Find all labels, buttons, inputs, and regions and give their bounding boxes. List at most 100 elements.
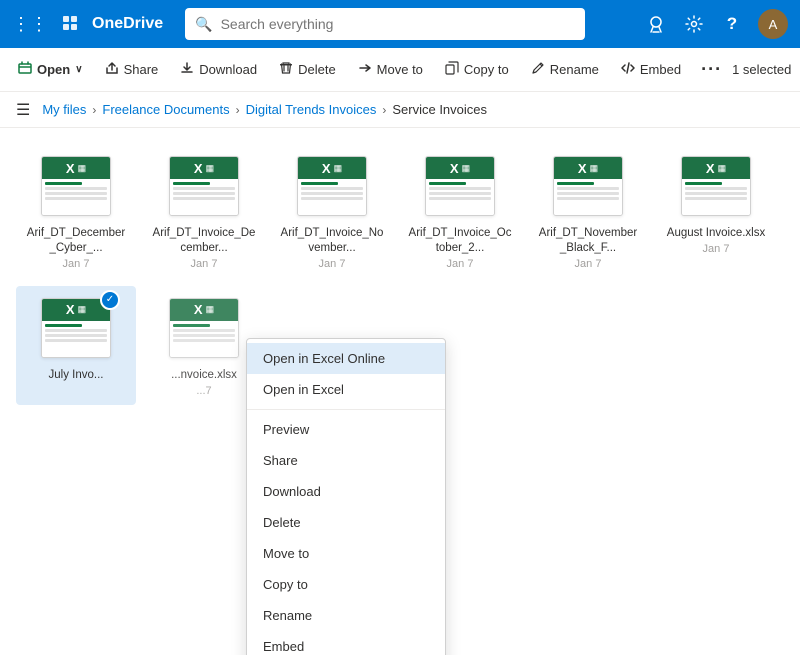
file-name: July Invo... xyxy=(49,368,104,383)
help-icon[interactable]: ? xyxy=(720,12,744,36)
ctx-delete-label: Delete xyxy=(263,515,301,530)
excel-icon: X▦ xyxy=(169,156,239,216)
breadcrumb-my-files[interactable]: My files xyxy=(42,102,86,117)
selected-checkmark: ✓ xyxy=(100,290,120,310)
selected-count: 1 selected xyxy=(732,62,791,77)
excel-icon: X▦ xyxy=(553,156,623,216)
breadcrumb-bar: ☰ My files › Freelance Documents › Digit… xyxy=(0,92,800,128)
delete-button[interactable]: Delete xyxy=(269,55,346,84)
excel-icon: X▦ xyxy=(41,298,111,358)
ctx-move-to[interactable]: Move to xyxy=(247,538,445,569)
app-name: OneDrive xyxy=(92,15,163,33)
open-label: Open xyxy=(37,62,70,77)
breadcrumb-freelance[interactable]: Freelance Documents xyxy=(102,102,229,117)
download-button[interactable]: Download xyxy=(170,55,267,84)
ctx-share-label: Share xyxy=(263,453,298,468)
list-item[interactable]: X▦ ✓ July Invo... xyxy=(16,286,136,405)
list-item[interactable]: X▦ Arif_DT_Invoice_December... Jan 7 xyxy=(144,144,264,278)
ctx-delete[interactable]: Delete xyxy=(247,507,445,538)
more-icon: ··· xyxy=(701,59,722,79)
copy-icon xyxy=(445,61,459,78)
search-box[interactable]: 🔍 xyxy=(185,8,585,40)
breadcrumb-sep-2: › xyxy=(236,103,240,117)
share-icon xyxy=(105,61,119,78)
copy-to-button[interactable]: Copy to xyxy=(435,55,519,84)
ctx-preview[interactable]: Preview xyxy=(247,414,445,445)
file-icon-wrapper: X▦ xyxy=(548,152,628,220)
rename-button[interactable]: Rename xyxy=(521,55,609,84)
topbar: ⋮⋮ OneDrive 🔍 ? A xyxy=(0,0,800,48)
file-icon-wrapper: X▦ xyxy=(164,294,244,362)
embed-label: Embed xyxy=(640,62,681,77)
file-date: Jan 7 xyxy=(191,258,218,270)
file-icon-wrapper: X▦ xyxy=(676,152,756,220)
breadcrumb-sep-1: › xyxy=(92,103,96,117)
ctx-rename[interactable]: Rename xyxy=(247,600,445,631)
file-icon-wrapper: X▦ xyxy=(36,152,116,220)
file-date: Jan 7 xyxy=(447,258,474,270)
ctx-open-excel-online[interactable]: Open in Excel Online xyxy=(247,343,445,374)
ctx-download[interactable]: Download xyxy=(247,476,445,507)
file-icon-wrapper: X▦ xyxy=(292,152,372,220)
move-icon xyxy=(358,61,372,78)
file-date: ...7 xyxy=(196,385,211,397)
share-button[interactable]: Share xyxy=(95,55,169,84)
ctx-embed[interactable]: Embed xyxy=(247,631,445,655)
file-name: Arif_DT_December_Cyber_... xyxy=(24,226,128,256)
list-item[interactable]: X▦ Arif_DT_Invoice_October_2... Jan 7 xyxy=(400,144,520,278)
rename-icon xyxy=(531,61,545,78)
breadcrumb-digital-trends[interactable]: Digital Trends Invoices xyxy=(246,102,377,117)
delete-label: Delete xyxy=(298,62,336,77)
file-date: Jan 7 xyxy=(575,258,602,270)
download-label: Download xyxy=(199,62,257,77)
reward-icon[interactable] xyxy=(644,12,668,36)
list-item[interactable]: X▦ Arif_DT_November_Black_F... Jan 7 xyxy=(528,144,648,278)
download-icon xyxy=(180,61,194,78)
embed-icon xyxy=(621,61,635,78)
file-area: X▦ Arif_DT_December_Cyber_... Jan 7 X▦ A… xyxy=(0,128,800,655)
waffle-icon[interactable]: ⋮⋮ xyxy=(12,14,48,35)
file-date: Jan 7 xyxy=(703,243,730,255)
open-chevron: ∨ xyxy=(75,64,82,75)
move-to-button[interactable]: Move to xyxy=(348,55,433,84)
open-button[interactable]: Open ∨ xyxy=(8,55,93,84)
ctx-copy-to-label: Copy to xyxy=(263,577,308,592)
move-to-label: Move to xyxy=(377,62,423,77)
file-name: Arif_DT_Invoice_December... xyxy=(152,226,256,256)
share-label: Share xyxy=(124,62,159,77)
waffle-grid-icon xyxy=(62,15,80,33)
ctx-open-excel[interactable]: Open in Excel xyxy=(247,374,445,405)
topbar-right-icons: ? A xyxy=(644,9,788,39)
excel-icon: X▦ xyxy=(169,298,239,358)
embed-button[interactable]: Embed xyxy=(611,55,691,84)
list-item[interactable]: X▦ Arif_DT_December_Cyber_... Jan 7 xyxy=(16,144,136,278)
ctx-move-to-label: Move to xyxy=(263,546,309,561)
ctx-rename-label: Rename xyxy=(263,608,312,623)
ctx-copy-to[interactable]: Copy to xyxy=(247,569,445,600)
avatar[interactable]: A xyxy=(758,9,788,39)
file-name: Arif_DT_Invoice_November... xyxy=(280,226,384,256)
ctx-download-label: Download xyxy=(263,484,321,499)
list-item[interactable]: X▦ August Invoice.xlsx Jan 7 xyxy=(656,144,776,278)
delete-icon xyxy=(279,61,293,78)
ctx-share[interactable]: Share xyxy=(247,445,445,476)
search-icon: 🔍 xyxy=(195,16,212,33)
settings-icon[interactable] xyxy=(682,12,706,36)
file-name: Arif_DT_Invoice_October_2... xyxy=(408,226,512,256)
selection-info: 1 selected ✕ xyxy=(732,55,800,84)
file-name: August Invoice.xlsx xyxy=(667,226,765,241)
list-item[interactable]: X▦ Arif_DT_Invoice_November... Jan 7 xyxy=(272,144,392,278)
file-name: Arif_DT_November_Black_F... xyxy=(536,226,640,256)
search-input[interactable] xyxy=(221,16,576,32)
excel-icon: X▦ xyxy=(681,156,751,216)
commandbar: Open ∨ Share Download Delete Move to Cop… xyxy=(0,48,800,92)
file-icon-wrapper: X▦ xyxy=(164,152,244,220)
context-menu: Open in Excel Online Open in Excel Previ… xyxy=(246,338,446,655)
hamburger-button[interactable]: ☰ xyxy=(16,96,38,124)
file-icon-wrapper: X▦ ✓ xyxy=(36,294,116,362)
ctx-embed-label: Embed xyxy=(263,639,304,654)
ctx-open-excel-label: Open in Excel xyxy=(263,382,344,397)
ctx-separator-1 xyxy=(247,409,445,410)
more-button[interactable]: ··· xyxy=(693,53,730,86)
ctx-preview-label: Preview xyxy=(263,422,309,437)
